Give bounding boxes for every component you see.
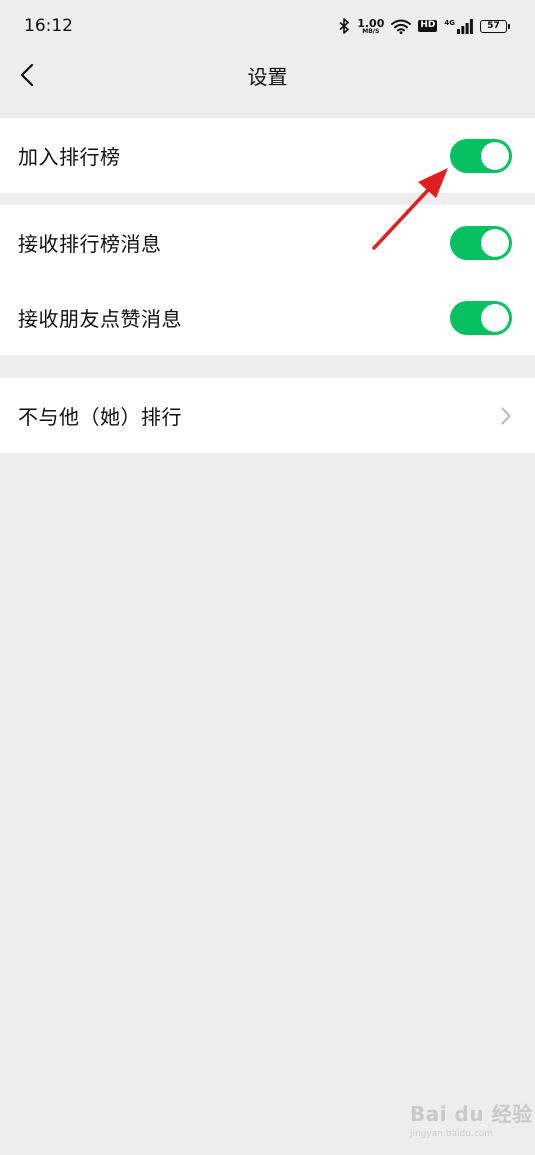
setting-row-ranking-messages: 接收排行榜消息 bbox=[0, 205, 535, 280]
setting-label-like-messages: 接收朋友点赞消息 bbox=[18, 307, 182, 331]
back-button[interactable] bbox=[12, 60, 42, 90]
bluetooth-icon bbox=[339, 18, 350, 34]
net-speed-unit: MB/S bbox=[362, 27, 380, 35]
toggle-knob bbox=[481, 303, 509, 332]
net-speed: 1.00 MB/S bbox=[357, 18, 384, 35]
watermark-sub: jingyan.baidu.com bbox=[410, 1129, 494, 1139]
settings-group-messages: 接收排行榜消息 接收朋友点赞消息 bbox=[0, 205, 535, 355]
net-speed-value: 1.00 bbox=[357, 16, 385, 30]
setting-label-exclude-ranking: 不与他（她）排行 bbox=[18, 405, 182, 429]
status-icons: 1.00 MB/S HD 4G 57 bbox=[339, 18, 510, 35]
page-title: 设置 bbox=[247, 64, 288, 89]
ranking-messages-toggle[interactable] bbox=[450, 225, 512, 260]
signal-icon: 4G bbox=[444, 18, 473, 34]
setting-row-join-ranking: 加入排行榜 bbox=[0, 118, 535, 193]
setting-label-join-ranking: 加入排行榜 bbox=[18, 145, 121, 169]
settings-group-ranking: 加入排行榜 bbox=[0, 118, 535, 193]
status-time: 16:12 bbox=[24, 16, 73, 36]
setting-label-ranking-messages: 接收排行榜消息 bbox=[18, 232, 162, 256]
baidu-watermark: Bai du 经验 jingyan.baidu.com bbox=[410, 1098, 533, 1139]
battery-icon: 57 bbox=[480, 19, 510, 33]
join-ranking-toggle[interactable] bbox=[450, 138, 512, 173]
setting-row-like-messages: 接收朋友点赞消息 bbox=[0, 280, 535, 355]
wifi-icon bbox=[391, 19, 412, 34]
settings-group-exclude: 不与他（她）排行 bbox=[0, 378, 535, 453]
toggle-knob bbox=[481, 141, 509, 170]
chevron-left-icon bbox=[20, 63, 34, 87]
chevron-right-icon bbox=[501, 407, 511, 424]
signal-label: 4G bbox=[444, 18, 455, 27]
setting-row-exclude-ranking[interactable]: 不与他（她）排行 bbox=[0, 378, 535, 453]
toggle-knob bbox=[481, 228, 509, 257]
hd-badge: HD bbox=[418, 20, 438, 32]
like-messages-toggle[interactable] bbox=[450, 300, 512, 335]
watermark-main: Bai du 经验 bbox=[410, 1102, 533, 1126]
battery-level: 57 bbox=[487, 21, 500, 31]
status-bar: 16:12 1.00 MB/S HD 4G 57 bbox=[0, 0, 535, 52]
nav-bar: 设置 bbox=[0, 52, 535, 98]
